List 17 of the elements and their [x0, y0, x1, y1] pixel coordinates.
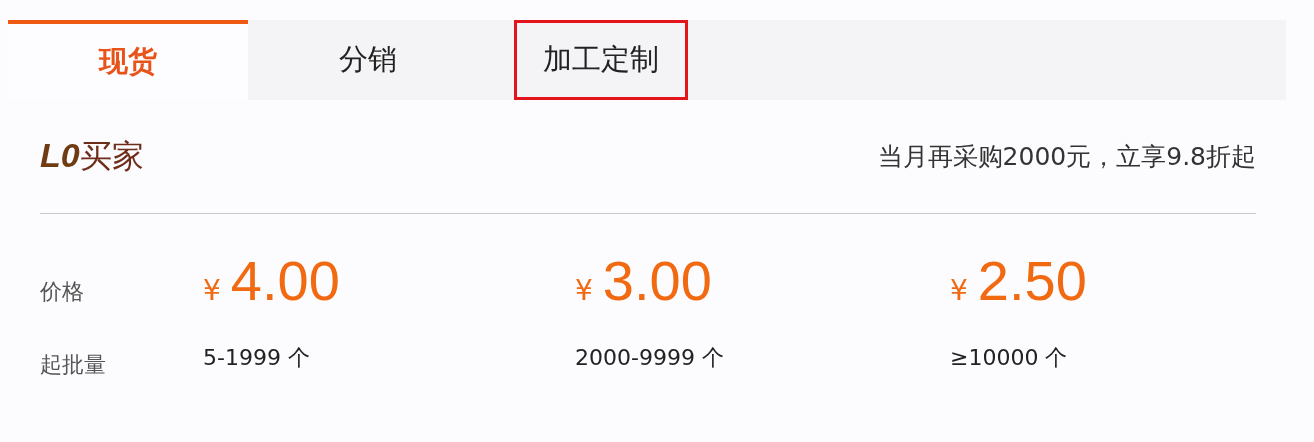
- quantity-range: 5-1999 个: [203, 344, 310, 370]
- quantity-range: 2000-9999 个: [575, 344, 724, 370]
- currency-symbol: ¥: [950, 274, 968, 307]
- price-value: 2.50: [977, 248, 1087, 313]
- price-value: 4.00: [230, 248, 340, 313]
- tab[interactable]: 加工定制: [514, 20, 688, 100]
- quantity-range: ≥10000 个: [950, 344, 1068, 370]
- promotion-text: 当月再采购2000元，立享9.8折起: [877, 141, 1256, 173]
- buyer-title: 买家: [79, 135, 144, 177]
- price-label: 价格: [40, 278, 85, 306]
- tab[interactable]: 现货: [8, 20, 248, 100]
- level-code: L0: [40, 135, 80, 175]
- currency-symbol: ¥: [575, 274, 593, 307]
- quantity-label: 起批量: [40, 351, 107, 379]
- tab[interactable]: 分销: [248, 20, 488, 100]
- currency-symbol: ¥: [203, 274, 221, 307]
- price-value: 3.00: [602, 248, 712, 313]
